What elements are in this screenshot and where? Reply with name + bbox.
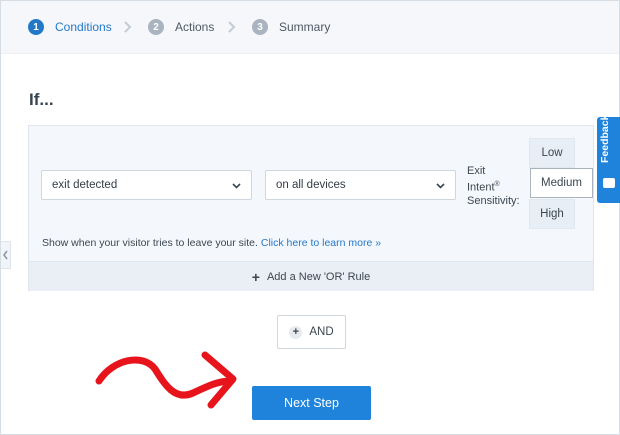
chevron-right-icon [124, 21, 132, 33]
step-label: Summary [279, 20, 331, 34]
sensitivity-low-button[interactable]: Low [529, 138, 575, 168]
chevron-right-icon [228, 21, 236, 33]
condition-select[interactable]: exit detected [41, 170, 252, 200]
sidebar-collapse-handle[interactable] [1, 241, 11, 269]
device-select-value: on all devices [276, 179, 346, 191]
device-select[interactable]: on all devices [265, 170, 456, 200]
and-label: AND [309, 326, 334, 338]
step-summary[interactable]: 3 Summary [252, 18, 330, 36]
step-label: Actions [175, 20, 215, 34]
page-heading: If... [29, 90, 54, 109]
plus-icon: + [289, 325, 303, 339]
step-number: 2 [148, 19, 164, 35]
sensitivity-high-button[interactable]: High [529, 199, 575, 229]
step-number: 1 [28, 19, 44, 35]
learn-more-link[interactable]: Click here to learn more » [261, 237, 381, 249]
plus-icon: + [251, 268, 260, 285]
sensitivity-label: Exit Intent® Sensitivity: [467, 165, 520, 207]
feedback-label: Feedback [599, 114, 611, 163]
chevron-left-icon [3, 250, 8, 260]
wizard-stepper: 1 Conditions 2 Actions 3 Summary [1, 1, 619, 54]
step-conditions[interactable]: 1 Conditions [28, 18, 112, 36]
sensitivity-medium-button[interactable]: Medium [530, 168, 593, 198]
feedback-smile-icon [603, 178, 615, 188]
step-number: 3 [252, 19, 268, 35]
chevron-down-icon [232, 183, 241, 189]
add-and-rule-button[interactable]: + AND [277, 315, 346, 349]
add-or-rule-label: Add a New 'OR' Rule [266, 270, 371, 283]
chevron-down-icon [436, 183, 445, 189]
feedback-tab[interactable]: Feedback [597, 114, 620, 203]
annotation-arrow [95, 351, 237, 409]
condition-select-value: exit detected [52, 179, 118, 191]
rule-panel: exit detected on all devices Exit Intent… [28, 125, 594, 291]
help-text: Show when your visitor tries to leave yo… [42, 237, 382, 249]
step-actions[interactable]: 2 Actions [148, 18, 214, 36]
step-label: Conditions [55, 20, 112, 34]
next-step-button[interactable]: Next Step [252, 386, 371, 420]
add-or-rule-button[interactable]: + Add a New 'OR' Rule [29, 261, 593, 291]
